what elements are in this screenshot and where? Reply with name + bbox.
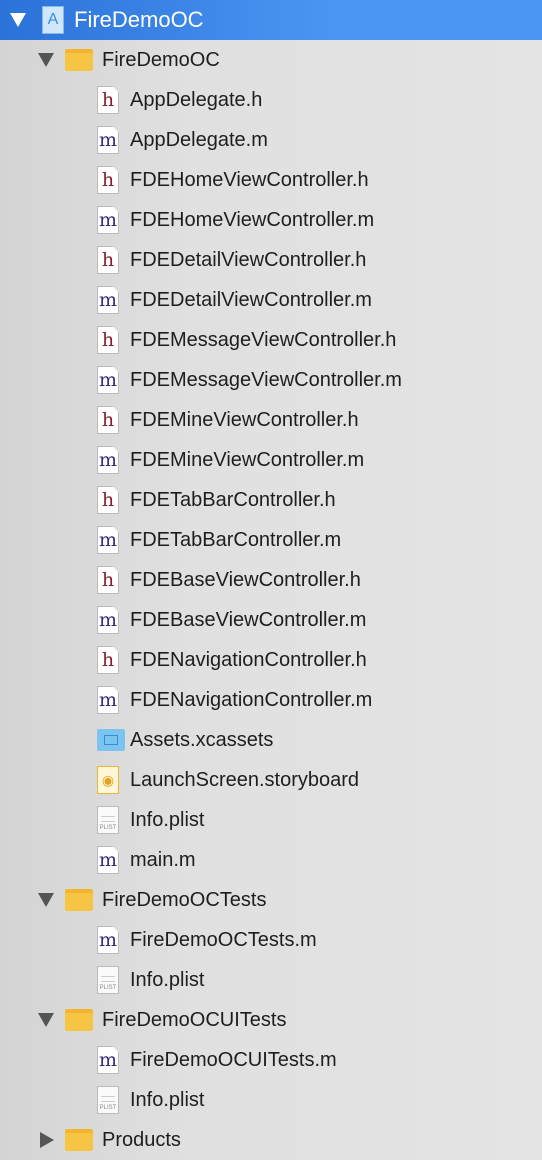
file-row[interactable]: m FDEDetailViewController.m [0,280,542,320]
file-row[interactable]: m FDETabBarController.m [0,520,542,560]
file-row[interactable]: PLIST Info.plist [0,960,542,1000]
file-row[interactable]: ◉ LaunchScreen.storyboard [0,760,542,800]
implementation-file-icon: m [97,526,119,554]
group-row[interactable]: A FireDemoOC [0,0,542,40]
folder-icon [65,1009,93,1031]
item-label: FDEMessageViewController.h [130,328,397,351]
disclosure-triangle-expanded-icon[interactable] [10,13,26,27]
file-row[interactable]: h FDETabBarController.h [0,480,542,520]
item-label: LaunchScreen.storyboard [130,768,360,791]
folder-icon [65,889,93,911]
plist-file-icon: PLIST [97,966,119,994]
implementation-file-icon: m [97,366,119,394]
file-row[interactable]: h FDEHomeViewController.h [0,160,542,200]
implementation-file-icon: m [97,846,119,874]
item-label: FDEMineViewController.m [130,448,365,471]
item-label: FDENavigationController.m [130,688,373,711]
implementation-file-icon: m [97,206,119,234]
item-label: FDEDetailViewController.m [130,288,372,311]
item-label: FDEBaseViewController.h [130,568,361,591]
header-file-icon: h [97,86,119,114]
header-file-icon: h [97,166,119,194]
implementation-file-icon: m [97,606,119,634]
file-row[interactable]: h FDEDetailViewController.h [0,240,542,280]
file-row[interactable]: Assets.xcassets [0,720,542,760]
item-label: FireDemoOCTests [102,888,267,911]
item-label: Assets.xcassets [130,728,274,751]
implementation-file-icon: m [97,926,119,954]
group-row[interactable]: FireDemoOCTests [0,880,542,920]
implementation-file-icon: m [97,286,119,314]
item-label: main.m [130,848,196,871]
item-label: FDEMineViewController.h [130,408,359,431]
item-label: FDEHomeViewController.h [130,168,369,191]
disclosure-triangle-collapsed-icon[interactable] [40,1132,54,1148]
group-row[interactable]: FireDemoOC [0,40,542,80]
item-label: FDETabBarController.h [130,488,336,511]
header-file-icon: h [97,486,119,514]
item-label: Info.plist [130,808,205,831]
item-label: FDENavigationController.h [130,648,367,671]
file-row[interactable]: h FDENavigationController.h [0,640,542,680]
implementation-file-icon: m [97,446,119,474]
item-label: FireDemoOCTests.m [130,928,317,951]
file-row[interactable]: m AppDelegate.m [0,120,542,160]
group-row[interactable]: Products [0,1120,542,1160]
item-label: FDEMessageViewController.m [130,368,402,391]
folder-icon [65,1129,93,1151]
header-file-icon: h [97,326,119,354]
folder-icon [65,49,93,71]
item-label: FireDemoOCUITests [102,1008,287,1031]
item-label: AppDelegate.m [130,128,268,151]
plist-file-icon: PLIST [97,806,119,834]
file-row[interactable]: m FDEHomeViewController.m [0,200,542,240]
file-row[interactable]: m main.m [0,840,542,880]
file-row[interactable]: m FDEBaseViewController.m [0,600,542,640]
file-row[interactable]: m FDEMessageViewController.m [0,360,542,400]
item-label: Info.plist [130,968,205,991]
file-row[interactable]: m FDENavigationController.m [0,680,542,720]
asset-catalog-icon [97,729,125,751]
item-label: FDEBaseViewController.m [130,608,367,631]
item-label: FDEHomeViewController.m [130,208,375,231]
group-row[interactable]: FireDemoOCUITests [0,1000,542,1040]
file-row[interactable]: PLIST Info.plist [0,800,542,840]
file-row[interactable]: h AppDelegate.h [0,80,542,120]
file-row[interactable]: h FDEBaseViewController.h [0,560,542,600]
item-label: FireDemoOC [74,7,204,32]
file-row[interactable]: m FDEMineViewController.m [0,440,542,480]
storyboard-icon: ◉ [97,766,119,794]
item-label: FireDemoOCUITests.m [130,1048,337,1071]
file-row[interactable]: m FireDemoOCUITests.m [0,1040,542,1080]
header-file-icon: h [97,646,119,674]
xcode-project-icon: A [42,6,64,34]
implementation-file-icon: m [97,686,119,714]
disclosure-triangle-expanded-icon[interactable] [38,1013,54,1027]
header-file-icon: h [97,406,119,434]
item-label: Products [102,1128,181,1151]
header-file-icon: h [97,246,119,274]
disclosure-triangle-expanded-icon[interactable] [38,53,54,67]
file-row[interactable]: PLIST Info.plist [0,1080,542,1120]
item-label: AppDelegate.h [130,88,263,111]
file-row[interactable]: m FireDemoOCTests.m [0,920,542,960]
implementation-file-icon: m [97,126,119,154]
file-row[interactable]: h FDEMineViewController.h [0,400,542,440]
item-label: FDEDetailViewController.h [130,248,367,271]
file-row[interactable]: h FDEMessageViewController.h [0,320,542,360]
header-file-icon: h [97,566,119,594]
disclosure-triangle-expanded-icon[interactable] [38,893,54,907]
plist-file-icon: PLIST [97,1086,119,1114]
project-navigator: A FireDemoOC FireDemoOC h AppDelegate.h m AppD… [0,0,542,1160]
item-label: Info.plist [130,1088,205,1111]
implementation-file-icon: m [97,1046,119,1074]
item-label: FDETabBarController.m [130,528,342,551]
item-label: FireDemoOC [102,48,220,71]
